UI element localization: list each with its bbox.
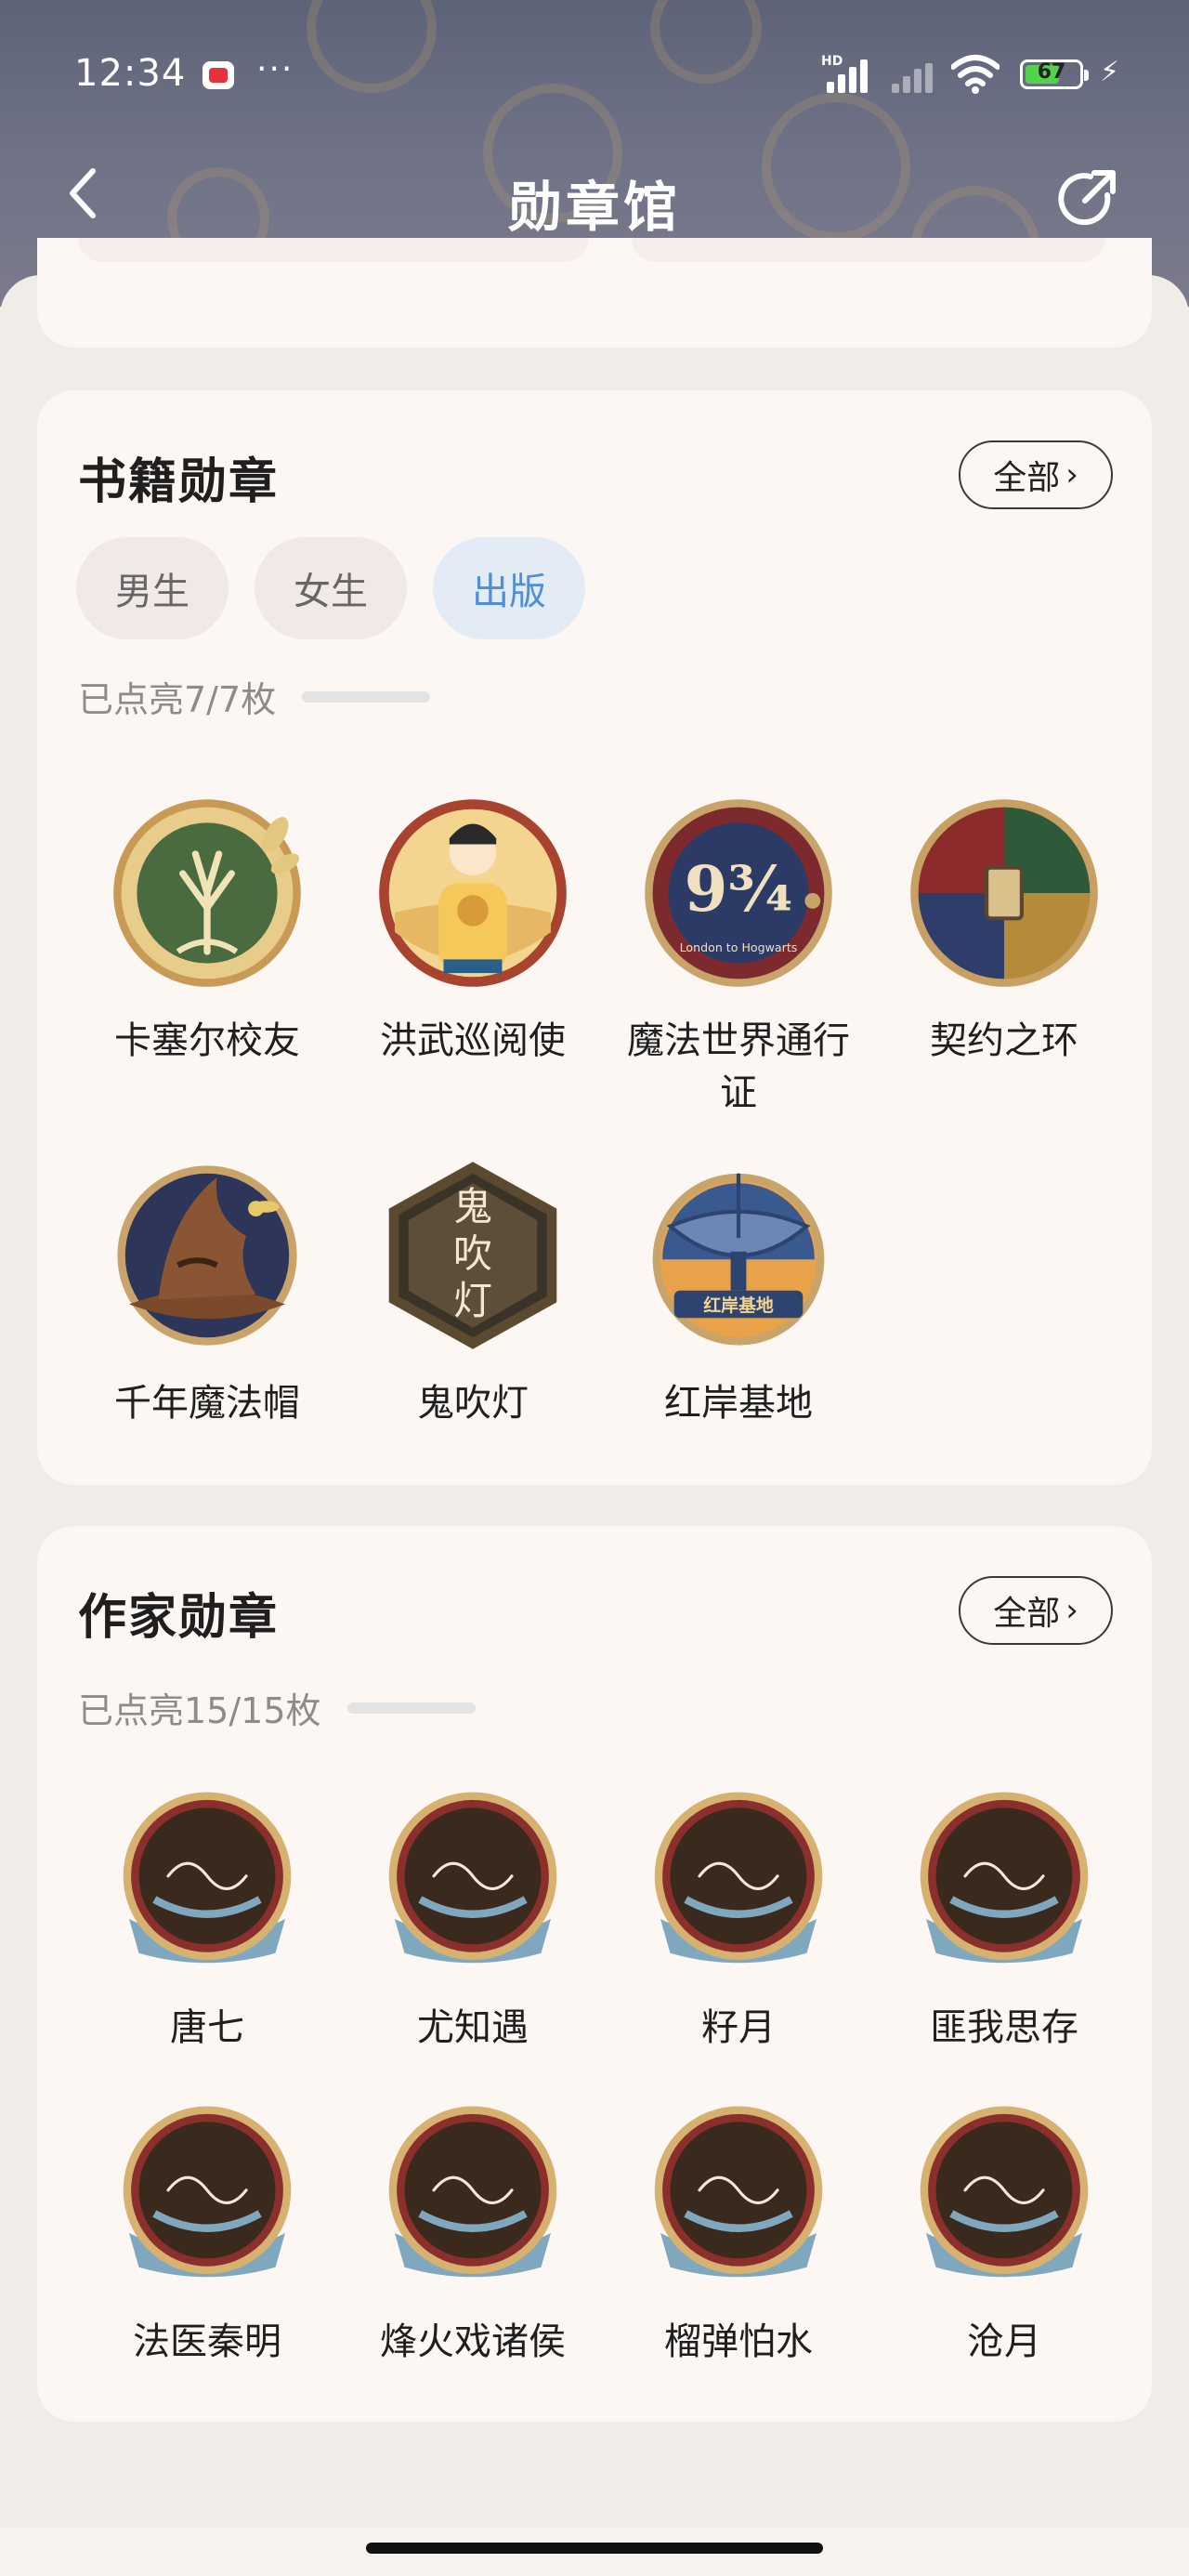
writer-badge-grid: 唐七 尤知遇 籽月 匪我思存法医秦明 烽火戏诸侯 榴弹怕水 沧月 bbox=[74, 1782, 1137, 2368]
tab-female[interactable]: 女生 bbox=[255, 537, 407, 639]
badge-item[interactable]: 法医秦明 bbox=[74, 2096, 340, 2368]
badge-name: 沧月 bbox=[967, 2320, 1041, 2363]
signature-badge-icon bbox=[123, 1792, 292, 1964]
signature-badge-icon bbox=[388, 2106, 557, 2278]
signature-badge-icon bbox=[920, 1792, 1089, 1964]
badge-item[interactable]: 契约之环 bbox=[871, 795, 1137, 1119]
book-progress-bar bbox=[302, 690, 431, 703]
book-section-title: 书籍勋章 bbox=[78, 454, 280, 510]
ghost-lamp-char-3: 灯 bbox=[453, 1278, 492, 1323]
badge-name: 契约之环 bbox=[930, 1019, 1078, 1062]
content-sheet: 书籍勋章 全部 › 男生 女生 出版 已点亮7/7枚 卡塞尔校友 洪武巡阅使 9… bbox=[0, 238, 1189, 2576]
ghost-lamp-char-1: 鬼 bbox=[453, 1184, 492, 1229]
badge-item[interactable]: 尤知遇 bbox=[340, 1782, 606, 2054]
ghost-lamp-char-2: 吹 bbox=[453, 1231, 492, 1277]
tab-male[interactable]: 男生 bbox=[76, 537, 229, 639]
tab-published[interactable]: 出版 bbox=[433, 537, 585, 639]
tree-emblem-badge-icon bbox=[113, 799, 301, 987]
book-all-label: 全部 bbox=[993, 459, 1061, 497]
previous-card-item bbox=[632, 238, 1105, 262]
badge-item[interactable]: 唐七 bbox=[74, 1782, 340, 2054]
badge-name: 籽月 bbox=[701, 2006, 776, 2049]
radar-dish-label: 红岸基地 bbox=[703, 1295, 774, 1316]
book-all-button[interactable]: 全部 › bbox=[959, 440, 1113, 509]
wifi-icon bbox=[951, 55, 1000, 94]
share-button[interactable] bbox=[1053, 167, 1118, 232]
badge-name: 唐七 bbox=[170, 2006, 244, 2049]
book-badge-grid: 卡塞尔校友 洪武巡阅使 9¾ London to Hogwarts 魔法世界通行… bbox=[74, 795, 1137, 1429]
badge-name: 洪武巡阅使 bbox=[380, 1019, 566, 1062]
ghost-lamp-badge-icon: 鬼 吹 灯 bbox=[388, 1162, 557, 1349]
signal-strength-secondary-icon bbox=[890, 56, 946, 93]
badge-name: 法医秦明 bbox=[133, 2320, 281, 2363]
chevron-right-icon: › bbox=[1065, 456, 1078, 493]
platform-nine-three-quarters-badge-icon: 9¾ London to Hogwarts bbox=[645, 799, 832, 987]
badge-name: 鬼吹灯 bbox=[417, 1382, 529, 1425]
badge-name: 卡塞尔校友 bbox=[114, 1019, 300, 1062]
signature-badge-icon bbox=[654, 1792, 823, 1964]
quartered-crest-badge-icon bbox=[910, 799, 1098, 987]
signature-badge-icon bbox=[920, 2106, 1089, 2278]
notification-app-icon bbox=[203, 61, 234, 89]
book-badges-card: 书籍勋章 全部 › 男生 女生 出版 已点亮7/7枚 卡塞尔校友 洪武巡阅使 9… bbox=[37, 390, 1152, 1485]
chevron-right-icon: › bbox=[1065, 1592, 1078, 1629]
home-indicator[interactable] bbox=[366, 2543, 823, 2554]
signature-badge-icon bbox=[123, 2106, 292, 2278]
badge-item[interactable]: 烽火戏诸侯 bbox=[340, 2096, 606, 2368]
badge-name: 红岸基地 bbox=[664, 1382, 813, 1425]
writer-all-label: 全部 bbox=[993, 1595, 1061, 1633]
previous-card-item bbox=[78, 238, 589, 262]
badge-name: 烽火戏诸侯 bbox=[380, 2320, 566, 2363]
badge-item[interactable]: 鬼 吹 灯 鬼吹灯 bbox=[340, 1158, 606, 1429]
status-time: 12:34 bbox=[74, 52, 187, 95]
badge-name: 魔法世界通行证 bbox=[627, 1019, 850, 1114]
badge-item[interactable]: 9¾ London to Hogwarts 魔法世界通行证 bbox=[606, 795, 871, 1119]
writer-progress-text: 已点亮15/15枚 bbox=[78, 1690, 321, 1731]
badge-name: 匪我思存 bbox=[930, 2006, 1078, 2049]
writer-progress: 已点亮15/15枚 bbox=[78, 1682, 476, 1733]
signature-badge-icon bbox=[654, 2106, 823, 2278]
badge-item[interactable]: 红岸基地 红岸基地 bbox=[606, 1158, 871, 1429]
emperor-badge-icon bbox=[379, 799, 567, 987]
page-title: 勋章馆 bbox=[507, 176, 681, 239]
battery-icon: 67 bbox=[1020, 59, 1089, 89]
badge-item[interactable]: 洪武巡阅使 bbox=[340, 795, 606, 1119]
previous-section-card-bottom bbox=[37, 238, 1152, 348]
badge-item[interactable]: 榴弹怕水 bbox=[606, 2096, 871, 2368]
signal-strength-icon bbox=[825, 56, 881, 93]
writer-badges-card: 作家勋章 全部 › 已点亮15/15枚 唐七 尤知遇 籽月 匪我思存法医秦明 烽火戏诸侯… bbox=[37, 1526, 1152, 2422]
badge-item[interactable]: 匪我思存 bbox=[871, 1782, 1137, 2054]
sorting-hat-badge-icon bbox=[117, 1165, 297, 1346]
badge-item[interactable]: 千年魔法帽 bbox=[74, 1158, 340, 1429]
book-progress-text: 已点亮7/7枚 bbox=[78, 679, 277, 720]
signature-badge-icon bbox=[388, 1792, 557, 1964]
status-bar: 12:34 ··· HD 67 ⚡ bbox=[0, 0, 1189, 149]
book-progress: 已点亮7/7枚 bbox=[78, 671, 431, 722]
radar-dish-badge-icon: 红岸基地 bbox=[652, 1173, 825, 1346]
writer-all-button[interactable]: 全部 › bbox=[959, 1576, 1113, 1645]
book-category-tabs: 男生 女生 出版 bbox=[76, 537, 585, 639]
badge-item[interactable]: 沧月 bbox=[871, 2096, 1137, 2368]
london-to-hogwarts-text: London to Hogwarts bbox=[680, 940, 798, 954]
badge-item[interactable]: 籽月 bbox=[606, 1782, 871, 2054]
badge-item[interactable]: 卡塞尔校友 bbox=[74, 795, 340, 1119]
badge-name: 榴弹怕水 bbox=[664, 2320, 813, 2363]
badge-name: 尤知遇 bbox=[417, 2006, 529, 2049]
charging-icon: ⚡ bbox=[1100, 56, 1120, 88]
writer-progress-bar bbox=[346, 1702, 476, 1714]
writer-section-title: 作家勋章 bbox=[78, 1590, 280, 1646]
badge-name: 千年魔法帽 bbox=[114, 1382, 300, 1425]
battery-level: 67 bbox=[1037, 60, 1066, 84]
more-notifications-icon: ··· bbox=[256, 50, 294, 88]
nine-three-quarters-text: 9¾ bbox=[685, 852, 793, 926]
